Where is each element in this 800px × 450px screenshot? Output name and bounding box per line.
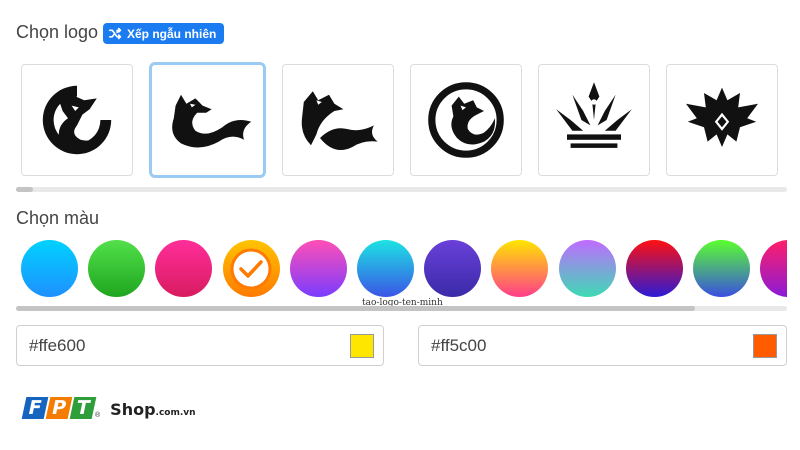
logo-scrollbar[interactable] <box>16 187 787 192</box>
logo-option-2[interactable] <box>149 62 266 178</box>
choose-logo-title: Chọn logo <box>16 22 99 42</box>
logo-list <box>21 62 778 178</box>
color-swatch-10[interactable] <box>625 240 683 297</box>
color-input-2-value: #ff5c00 <box>431 335 487 355</box>
color-swatch-4[interactable] <box>222 240 280 297</box>
color-swatch-11[interactable] <box>693 240 750 297</box>
color-swatch-9[interactable] <box>558 240 616 297</box>
color-picker-chip-1[interactable] <box>350 333 374 358</box>
logo-option-6[interactable] <box>666 64 778 176</box>
color-scrollbar-thumb[interactable] <box>16 306 695 311</box>
fpt-letter-t: T <box>69 397 97 419</box>
color-swatch-5[interactable] <box>289 240 347 297</box>
shuffle-label: Xếp ngẫu nhiên <box>127 26 217 41</box>
color-input-2[interactable]: #ff5c00 <box>418 325 787 366</box>
fpt-shop-logo: FPT ® Shop.com.vn <box>21 397 196 419</box>
shop-domain: .com.vn <box>155 408 196 418</box>
check-icon <box>230 248 272 289</box>
selected-check <box>229 246 274 291</box>
color-swatch-3[interactable] <box>155 240 213 297</box>
fpt-letter-f: F <box>21 397 49 419</box>
shuffle-icon <box>109 27 122 40</box>
color-swatch-12[interactable] <box>760 240 787 297</box>
color-swatch-list <box>21 240 787 298</box>
color-scrollbar[interactable] <box>16 306 787 311</box>
logo-option-5[interactable] <box>538 64 650 176</box>
logo-option-1[interactable] <box>21 64 133 176</box>
crown-spikes-logo-icon <box>556 82 632 148</box>
color-swatch-6[interactable] <box>357 240 414 297</box>
fpt-letter-p: P <box>45 397 73 419</box>
logo-scrollbar-thumb[interactable] <box>16 187 33 192</box>
fox-circle-logo-icon <box>42 85 112 155</box>
shop-text: Shop <box>110 400 156 419</box>
choose-color-title: Chọn màu <box>16 208 100 228</box>
fox-wave-logo-icon <box>171 94 251 148</box>
crown-jewel-logo-icon <box>686 87 758 147</box>
color-swatch-1[interactable] <box>21 240 78 297</box>
color-input-1[interactable]: #ffe600 <box>16 325 384 366</box>
color-picker-chip-2[interactable] <box>753 333 777 358</box>
color-swatch-7[interactable] <box>424 240 482 297</box>
color-swatch-8[interactable] <box>491 240 549 297</box>
color-input-1-value: #ffe600 <box>29 335 86 355</box>
registered-mark: ® <box>95 412 101 419</box>
logo-option-4[interactable] <box>410 64 522 176</box>
fox-tail-logo-icon <box>301 91 378 150</box>
logo-option-3[interactable] <box>282 64 394 176</box>
fpt-letters: FPT <box>21 397 97 419</box>
color-swatch-2[interactable] <box>88 240 146 297</box>
shop-wordmark: Shop.com.vn <box>110 400 195 419</box>
fox-ring-logo-icon <box>428 82 504 158</box>
shuffle-button[interactable]: Xếp ngẫu nhiên <box>103 23 225 44</box>
